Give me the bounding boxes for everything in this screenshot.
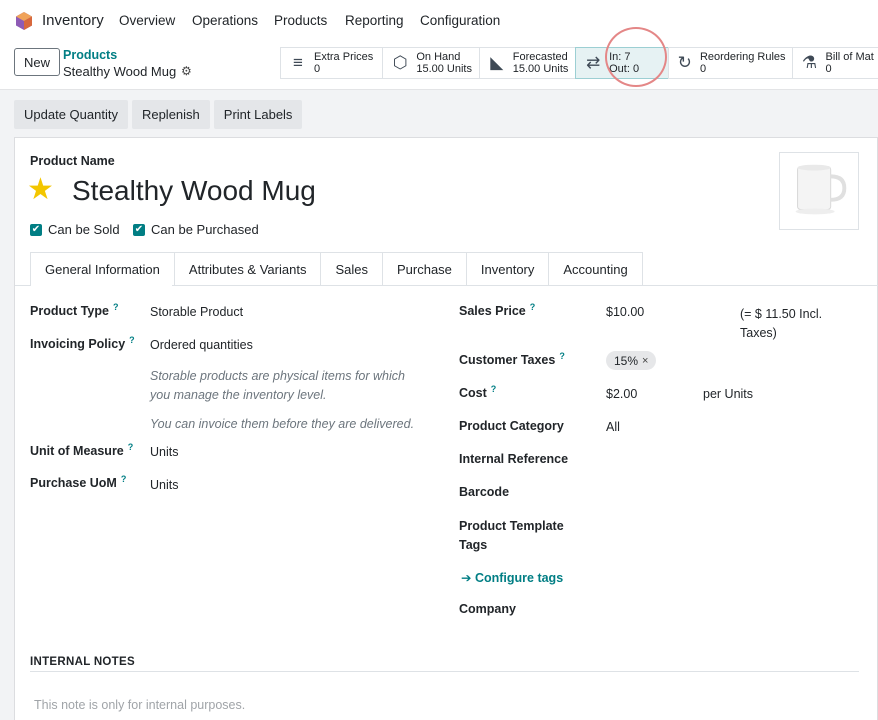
on-hand-label: On Hand bbox=[416, 51, 461, 63]
cubes-icon: ⬡ bbox=[392, 53, 408, 72]
can-be-purchased-checkbox[interactable]: ✔ Can be Purchased bbox=[133, 222, 259, 237]
product-type-label: Product Type? bbox=[30, 302, 119, 318]
reordering-rules-label: Reordering Rules bbox=[699, 51, 786, 63]
star-icon[interactable]: ★ bbox=[27, 172, 54, 207]
tab-sales[interactable]: Sales bbox=[320, 252, 383, 286]
purchase-uom-label: Purchase UoM? bbox=[30, 474, 127, 490]
help-tooltip-icon[interactable]: ? bbox=[491, 384, 497, 394]
action-bar: Update Quantity Replenish Print Labels bbox=[14, 100, 303, 129]
notes-divider bbox=[30, 671, 859, 672]
on-hand-value: 15.00 Units bbox=[416, 63, 472, 75]
help-tooltip-icon[interactable]: ? bbox=[121, 474, 127, 484]
tax-badge: 15% × bbox=[606, 351, 657, 370]
refresh-icon: ↻ bbox=[677, 53, 692, 72]
exchange-icon: ⇄ bbox=[586, 53, 601, 72]
cost-label: Cost? bbox=[459, 384, 497, 400]
invoicing-policy-help: You can invoice them before they are del… bbox=[150, 417, 415, 431]
tax-badge-label: 15% bbox=[614, 353, 639, 368]
out-count: Out: 0 bbox=[609, 63, 640, 75]
product-category-field[interactable]: All bbox=[606, 420, 620, 434]
gear-icon[interactable]: ⚙ bbox=[181, 64, 192, 78]
tab-accounting[interactable]: Accounting bbox=[548, 252, 643, 286]
product-template-tags-label: Product Template Tags bbox=[459, 519, 564, 552]
product-type-help: Storable products are physical items for… bbox=[150, 369, 405, 402]
customer-taxes-label: Customer Taxes? bbox=[459, 351, 565, 367]
product-type-select[interactable]: Storable Product bbox=[150, 305, 243, 319]
product-name-label: Product Name bbox=[30, 154, 115, 168]
sales-price-label: Sales Price? bbox=[459, 302, 536, 318]
internal-notes-title: INTERNAL NOTES bbox=[30, 656, 135, 668]
help-tooltip-icon[interactable]: ? bbox=[129, 335, 135, 345]
in-out-button[interactable]: ⇄ In: 7 Out: 0 bbox=[575, 47, 669, 79]
menu-products[interactable]: Products bbox=[274, 13, 327, 28]
product-category-label: Product Category bbox=[459, 419, 564, 433]
invoicing-policy-select[interactable]: Ordered quantities bbox=[150, 338, 253, 352]
replenish-button[interactable]: Replenish bbox=[131, 100, 210, 129]
smart-buttons: ≡ Extra Prices 0 ⬡ On Hand 15.00 Units ◣ F… bbox=[280, 47, 878, 79]
tab-purchase[interactable]: Purchase bbox=[381, 252, 467, 286]
reordering-rules-button[interactable]: ↻ Reordering Rules 0 bbox=[667, 47, 793, 79]
tab-inventory[interactable]: Inventory bbox=[465, 252, 550, 286]
extra-prices-value: 0 bbox=[314, 63, 321, 75]
mug-image bbox=[795, 164, 847, 215]
print-labels-button[interactable]: Print Labels bbox=[213, 100, 303, 129]
can-be-sold-checkbox[interactable]: ✔ Can be Sold bbox=[30, 222, 120, 237]
help-tooltip-icon[interactable]: ? bbox=[113, 302, 119, 312]
inventory-app-icon[interactable] bbox=[14, 11, 34, 31]
cost-field[interactable]: $2.00 bbox=[606, 387, 637, 401]
breadcrumb-products[interactable]: Products bbox=[63, 48, 117, 62]
internal-reference-label: Internal Reference bbox=[459, 452, 569, 466]
help-tooltip-icon[interactable]: ? bbox=[128, 442, 134, 452]
update-quantity-button[interactable]: Update Quantity bbox=[14, 100, 128, 129]
app-name[interactable]: Inventory bbox=[42, 12, 104, 29]
form-tabs: General Information Attributes & Variant… bbox=[30, 252, 643, 286]
flask-icon: ⚗ bbox=[801, 53, 818, 72]
forecasted-button[interactable]: ◣ Forecasted 15.00 Units bbox=[478, 47, 577, 79]
menu-overview[interactable]: Overview bbox=[119, 13, 175, 28]
top-navbar: Inventory Overview Operations Products R… bbox=[0, 0, 878, 42]
form-sheet: Product Name ★ Stealthy Wood Mug ✔ Can b… bbox=[14, 137, 878, 720]
product-name-field[interactable]: Stealthy Wood Mug bbox=[72, 175, 316, 207]
unit-of-measure-field[interactable]: Units bbox=[150, 445, 178, 459]
invoicing-policy-label: Invoicing Policy? bbox=[30, 335, 135, 351]
list-icon: ≡ bbox=[293, 53, 303, 72]
forecasted-value: 15.00 Units bbox=[512, 63, 569, 75]
menu-configuration[interactable]: Configuration bbox=[420, 13, 500, 28]
help-tooltip-icon[interactable]: ? bbox=[530, 302, 536, 312]
tab-attributes-variants[interactable]: Attributes & Variants bbox=[173, 252, 322, 286]
internal-notes-input[interactable]: This note is only for internal purposes. bbox=[34, 698, 245, 712]
in-count: In: 7 bbox=[609, 51, 631, 63]
tab-general-information[interactable]: General Information bbox=[30, 252, 175, 286]
checkmark-icon: ✔ bbox=[30, 223, 42, 236]
bill-of-materials-value: 0 bbox=[825, 63, 832, 75]
area-chart-icon: ◣ bbox=[490, 53, 504, 72]
on-hand-button[interactable]: ⬡ On Hand 15.00 Units bbox=[382, 47, 480, 79]
bill-of-materials-button[interactable]: ⚗ Bill of Mat 0 bbox=[791, 47, 878, 79]
sales-price-field[interactable]: $10.00 bbox=[606, 305, 644, 319]
configure-tags-link[interactable]: ➔ Configure tags bbox=[461, 570, 563, 585]
barcode-label: Barcode bbox=[459, 485, 510, 499]
help-tooltip-icon[interactable]: ? bbox=[559, 351, 565, 361]
company-label: Company bbox=[459, 602, 516, 616]
extra-prices-button[interactable]: ≡ Extra Prices 0 bbox=[280, 47, 384, 79]
can-be-sold-label: Can be Sold bbox=[48, 222, 120, 237]
control-panel: New Products Stealthy Wood Mug ⚙ ≡ Extra… bbox=[0, 42, 878, 90]
can-be-purchased-label: Can be Purchased bbox=[151, 222, 259, 237]
bill-of-materials-label: Bill of Mat bbox=[825, 51, 874, 63]
unit-of-measure-label: Unit of Measure? bbox=[30, 442, 134, 458]
menu-operations[interactable]: Operations bbox=[192, 13, 258, 28]
purchase-uom-field[interactable]: Units bbox=[150, 478, 178, 492]
menu-reporting[interactable]: Reporting bbox=[345, 13, 404, 28]
remove-tax-icon[interactable]: × bbox=[642, 355, 648, 367]
forecasted-label: Forecasted bbox=[512, 51, 568, 63]
cost-unit: per Units bbox=[703, 387, 754, 401]
new-button[interactable]: New bbox=[14, 48, 60, 76]
sales-price-incl-taxes: (= $ 11.50 Incl. Taxes) bbox=[740, 307, 823, 340]
reordering-rules-value: 0 bbox=[699, 63, 707, 75]
breadcrumb-current: Stealthy Wood Mug bbox=[63, 64, 177, 79]
product-image[interactable] bbox=[779, 152, 859, 230]
extra-prices-label: Extra Prices bbox=[314, 51, 374, 63]
checkmark-icon: ✔ bbox=[133, 223, 145, 236]
